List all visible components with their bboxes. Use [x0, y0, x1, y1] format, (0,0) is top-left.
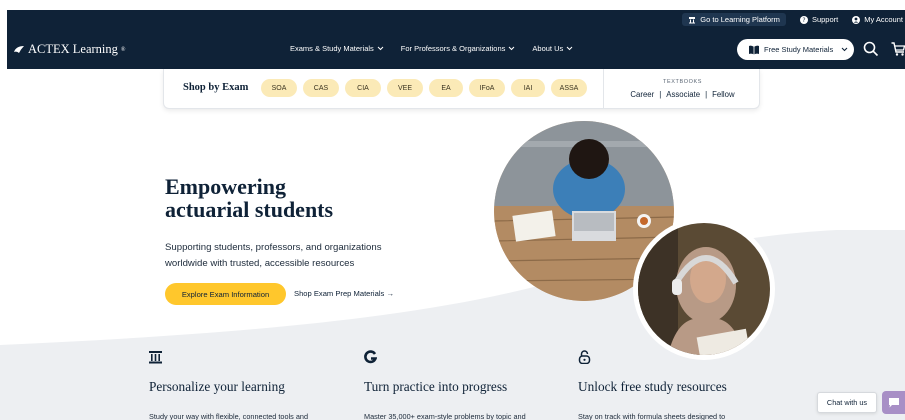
textbook-associate-link[interactable]: Associate: [666, 90, 700, 99]
chevron-down-icon: [509, 46, 515, 51]
separator: |: [659, 90, 662, 99]
textbook-fellow-link[interactable]: Fellow: [712, 90, 735, 99]
learning-platform-label: Go to Learning Platform: [700, 15, 780, 24]
platform-icon: [689, 16, 696, 23]
hero-title-line1: Empowering: [165, 174, 286, 199]
exam-chip-assa[interactable]: ASSA: [551, 79, 587, 97]
book-icon: [749, 45, 759, 54]
search-icon[interactable]: [863, 41, 879, 57]
feature-free-resources: Unlock free study resources Stay on trac…: [578, 350, 778, 420]
exam-chip-ea[interactable]: EA: [429, 79, 463, 97]
feature-title: Unlock free study resources: [578, 379, 727, 394]
free-study-materials-button[interactable]: Free Study Materials: [737, 39, 854, 60]
my-account-link[interactable]: My Account: [852, 15, 903, 24]
chat-with-us-label[interactable]: Chat with us: [817, 392, 877, 413]
unlock-icon: [578, 350, 591, 365]
shop-exam-prep-label: Shop Exam Prep Materials: [294, 289, 385, 298]
nav-about-us[interactable]: About Us: [532, 44, 573, 53]
my-account-label: My Account: [864, 15, 903, 24]
nav-professors-organizations[interactable]: For Professors & Organizations: [401, 44, 516, 53]
site-header: Go to Learning Platform ? Support My Acc…: [7, 10, 905, 69]
support-label: Support: [811, 15, 839, 24]
hero-subtitle: Supporting students, professors, and org…: [165, 242, 382, 269]
feature-title: Personalize your learning: [149, 379, 285, 394]
hero-photo-student-headphones-image: [638, 223, 770, 355]
cart-icon[interactable]: [891, 41, 905, 57]
shop-by-exam-title: Shop by Exam: [183, 82, 249, 93]
exam-chip-soa[interactable]: SOA: [261, 79, 297, 97]
progress-g-icon: [364, 350, 378, 364]
nav-label: Exams & Study Materials: [290, 44, 374, 53]
shop-by-exam-bar: Shop by Exam SOA CAS CIA VEE EA IFoA IAI…: [163, 69, 760, 109]
brand-trademark: ®: [120, 46, 126, 53]
utility-nav: Go to Learning Platform ? Support My Acc…: [682, 10, 905, 29]
chevron-down-icon: [377, 46, 384, 51]
hero-title-line2: actuarial students: [165, 197, 334, 222]
exam-chip-cia[interactable]: CIA: [345, 79, 381, 97]
nav-exams-study-materials[interactable]: Exams & Study Materials: [290, 44, 384, 53]
help-icon: ?: [799, 15, 808, 24]
top-strip: [0, 0, 905, 10]
textbooks-label: TEXTBOOKS: [662, 79, 703, 85]
account-icon: [852, 15, 861, 24]
exam-chip-cas[interactable]: CAS: [303, 79, 339, 97]
feature-title: Turn practice into progress: [364, 379, 508, 394]
chat-button[interactable]: [882, 391, 905, 414]
exam-chip-iai[interactable]: IAI: [511, 79, 545, 97]
exam-chip-vee[interactable]: VEE: [387, 79, 423, 97]
separator: |: [705, 90, 708, 99]
chat-icon: [888, 398, 899, 408]
svg-text:?: ?: [802, 17, 805, 24]
support-link[interactable]: ? Support: [799, 15, 839, 24]
shop-exam-prep-link[interactable]: Shop Exam Prep Materials →: [294, 289, 394, 298]
textbook-levels: Career | Associate | Fellow: [604, 90, 761, 99]
learning-platform-link[interactable]: Go to Learning Platform: [682, 13, 786, 26]
hero-photo-student-headphones: [633, 218, 775, 360]
exam-chip-ifoa[interactable]: IFoA: [469, 79, 505, 97]
hero-title: Empowering actuarial students: [165, 175, 425, 221]
brand-name: ACTEX Learning: [28, 42, 118, 56]
nav-label: About Us: [532, 44, 564, 53]
nav-label: For Professors & Organizations: [400, 44, 506, 53]
free-study-materials-label: Free Study Materials: [764, 45, 834, 54]
chevron-down-icon: [566, 46, 573, 51]
arrow-right-icon: →: [386, 289, 395, 298]
brand-logo[interactable]: ACTEX Learning ®: [13, 42, 125, 57]
main-nav: Exams & Study Materials For Professors &…: [290, 44, 573, 53]
feature-personalize: Personalize your learning Study your way…: [149, 350, 349, 420]
exam-chips: SOA CAS CIA VEE EA IFoA IAI ASSA: [261, 79, 587, 97]
textbook-career-link[interactable]: Career: [630, 90, 654, 99]
explore-exam-information-button[interactable]: Explore Exam Information: [165, 283, 286, 305]
feature-practice: Turn practice into progress Master 35,00…: [364, 350, 564, 420]
textbooks-section: TEXTBOOKS Career | Associate | Fellow: [603, 69, 760, 109]
feature-text: Study your way with flexible, connected …: [149, 412, 308, 420]
feature-text: Master 35,000+ exam-style problems by to…: [364, 412, 526, 420]
column-icon: [149, 351, 162, 364]
logo-mark-icon: [14, 46, 24, 53]
chevron-down-icon: [841, 47, 848, 52]
feature-text: Stay on track with formula sheets design…: [578, 412, 726, 420]
